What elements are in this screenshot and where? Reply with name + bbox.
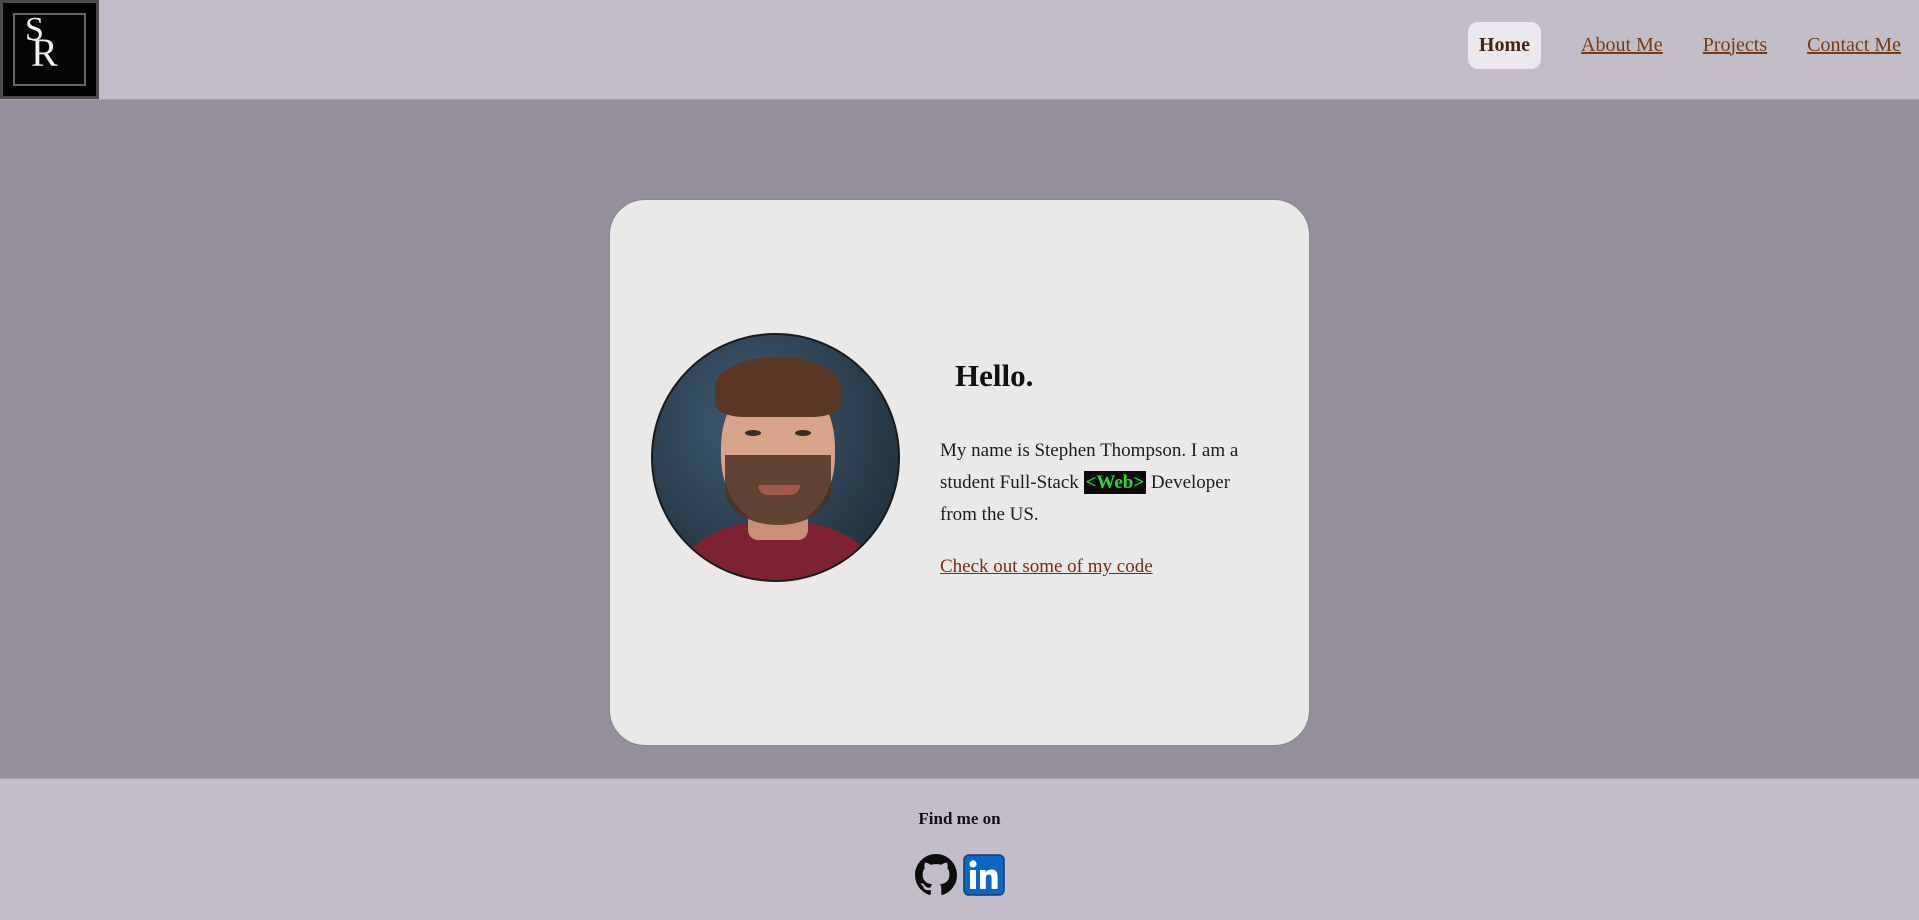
logo-letter-r: R [31, 30, 58, 75]
linkedin-icon[interactable] [963, 854, 1005, 896]
github-icon[interactable] [915, 854, 957, 896]
logo[interactable]: S R [0, 0, 99, 99]
site-footer: Find me on [0, 778, 1919, 920]
greeting-heading: Hello. [955, 358, 1034, 393]
avatar-hair [715, 357, 841, 417]
avatar-mouth [758, 485, 800, 495]
nav-contact-me[interactable]: Contact Me [1807, 34, 1901, 57]
check-out-code-link[interactable]: Check out some of my code [940, 556, 1153, 578]
web-code-tag: <Web> [1083, 471, 1147, 494]
profile-photo [651, 333, 900, 582]
intro-card: Hello. My name is Stephen Thompson. I am… [609, 199, 1310, 746]
nav-about-me[interactable]: About Me [1581, 34, 1663, 57]
nav-projects[interactable]: Projects [1703, 34, 1767, 57]
site-header: S R Home About Me Projects Contact Me [0, 0, 1919, 100]
avatar-eye-left [745, 430, 761, 436]
main-nav: Home About Me Projects Contact Me [1467, 21, 1901, 69]
intro-text: My name is Stephen Thompson. I am a stud… [940, 435, 1270, 531]
nav-home[interactable]: Home [1467, 21, 1542, 69]
avatar-eye-right [795, 430, 811, 436]
find-me-label: Find me on [918, 809, 1001, 828]
social-links [915, 854, 1005, 896]
